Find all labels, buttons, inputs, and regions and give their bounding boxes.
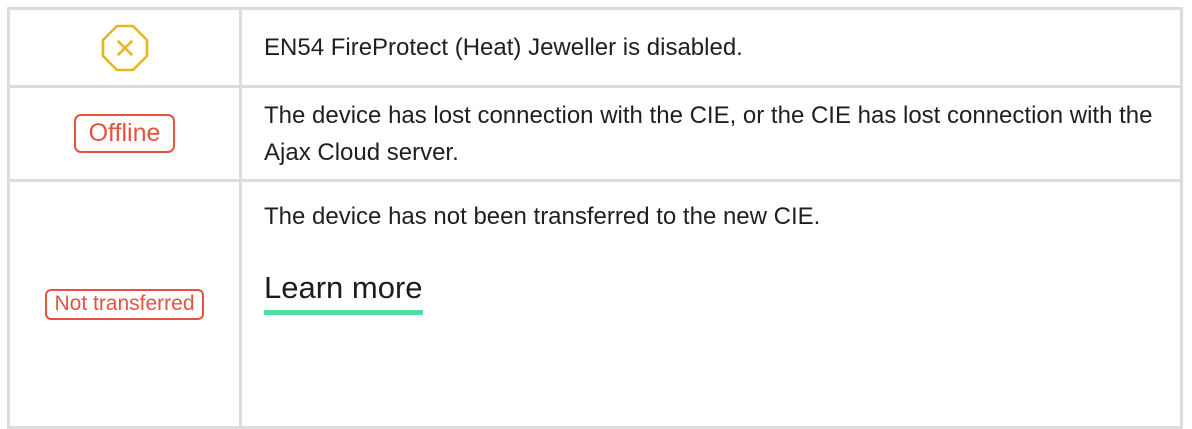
- status-icon-cell: [7, 7, 242, 88]
- status-icon-cell: Offline: [7, 85, 242, 182]
- disabled-x-octagon-icon: [101, 24, 148, 71]
- table-row: Not transferred The device has not been …: [7, 179, 1183, 429]
- status-description: The device has lost connection with the …: [239, 85, 1183, 182]
- learn-more-link[interactable]: Learn more: [264, 267, 423, 315]
- status-description-cell: The device has not been transferred to t…: [239, 179, 1183, 429]
- status-table: EN54 FireProtect (Heat) Jeweller is disa…: [7, 7, 1183, 429]
- status-icon-cell: Not transferred: [7, 179, 242, 429]
- table-row: EN54 FireProtect (Heat) Jeweller is disa…: [7, 7, 1183, 88]
- not-transferred-badge: Not transferred: [45, 288, 204, 320]
- status-description: EN54 FireProtect (Heat) Jeweller is disa…: [239, 7, 1183, 88]
- offline-badge: Offline: [73, 114, 176, 153]
- table-row: Offline The device has lost connection w…: [7, 85, 1183, 182]
- status-description: The device has not been transferred to t…: [264, 203, 821, 230]
